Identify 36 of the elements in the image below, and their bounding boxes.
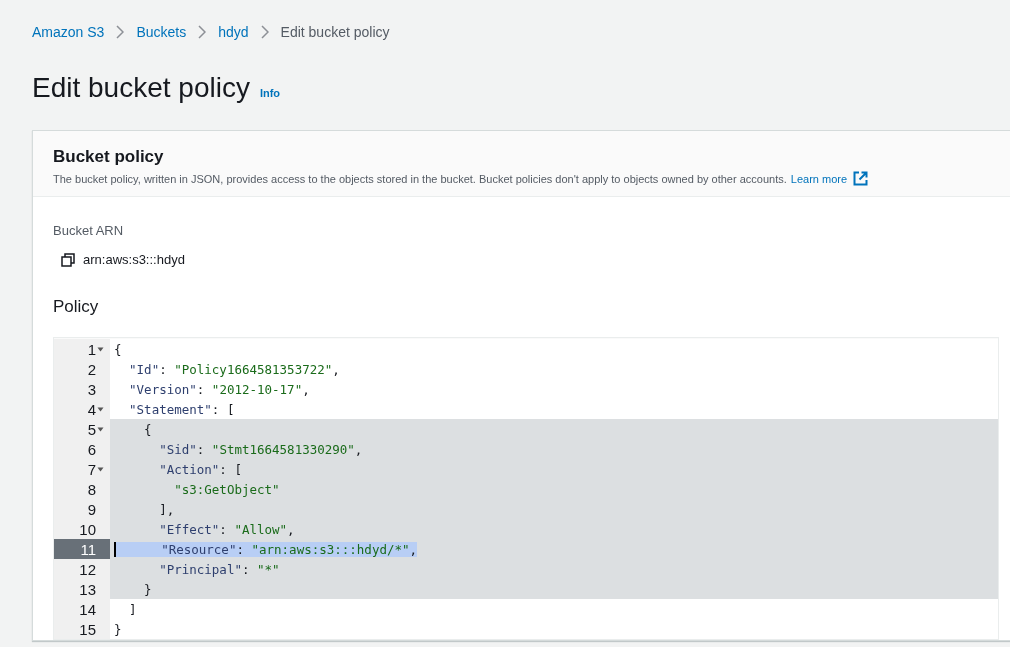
fold-caret-icon[interactable] — [97, 407, 104, 412]
page-title: Edit bucket policy — [32, 71, 250, 105]
line-number: 10 — [54, 519, 110, 539]
policy-heading: Policy — [53, 297, 100, 317]
info-link[interactable]: Info — [259, 87, 281, 99]
breadcrumb-current: Edit bucket policy — [280, 24, 390, 40]
line-number: 11 — [54, 539, 110, 559]
card-title: Bucket policy — [53, 146, 165, 168]
line-number: 13 — [54, 579, 110, 599]
line-number: 15 — [54, 619, 110, 639]
breadcrumb-link[interactable]: Amazon S3 — [32, 24, 105, 40]
line-number: 14 — [54, 599, 110, 619]
fold-caret-icon[interactable] — [97, 467, 104, 472]
line-number: 2 — [54, 359, 110, 379]
copy-icon[interactable] — [61, 252, 75, 267]
line-number: 1 — [54, 339, 110, 359]
line-number: 12 — [54, 559, 110, 579]
external-link-icon[interactable] — [853, 171, 869, 186]
field-label: Bucket ARN — [53, 223, 125, 238]
line-number: 5 — [54, 419, 110, 439]
chevron-right-icon — [116, 25, 125, 39]
line-number: 9 — [54, 499, 110, 519]
chevron-right-icon — [198, 25, 207, 39]
line-number: 7 — [54, 459, 110, 479]
arn-value: arn:aws:s3:::hdyd — [83, 252, 185, 267]
breadcrumb-link[interactable]: Buckets — [136, 24, 187, 40]
line-number: 4 — [54, 399, 110, 419]
fold-caret-icon[interactable] — [97, 347, 104, 352]
line-number: 3 — [54, 379, 110, 399]
line-number: 6 — [54, 439, 110, 459]
chevron-right-icon — [260, 25, 269, 39]
line-number: 8 — [54, 479, 110, 499]
breadcrumb-link[interactable]: hdyd — [218, 24, 249, 40]
learn-more-link[interactable]: Learn more — [790, 172, 848, 185]
fold-caret-icon[interactable] — [97, 427, 104, 432]
card-description: The bucket policy, written in JSON, provides access to the objects stored in the bucket. Bucket policies don't apply to objects owned by other accounts. — [53, 172, 787, 185]
